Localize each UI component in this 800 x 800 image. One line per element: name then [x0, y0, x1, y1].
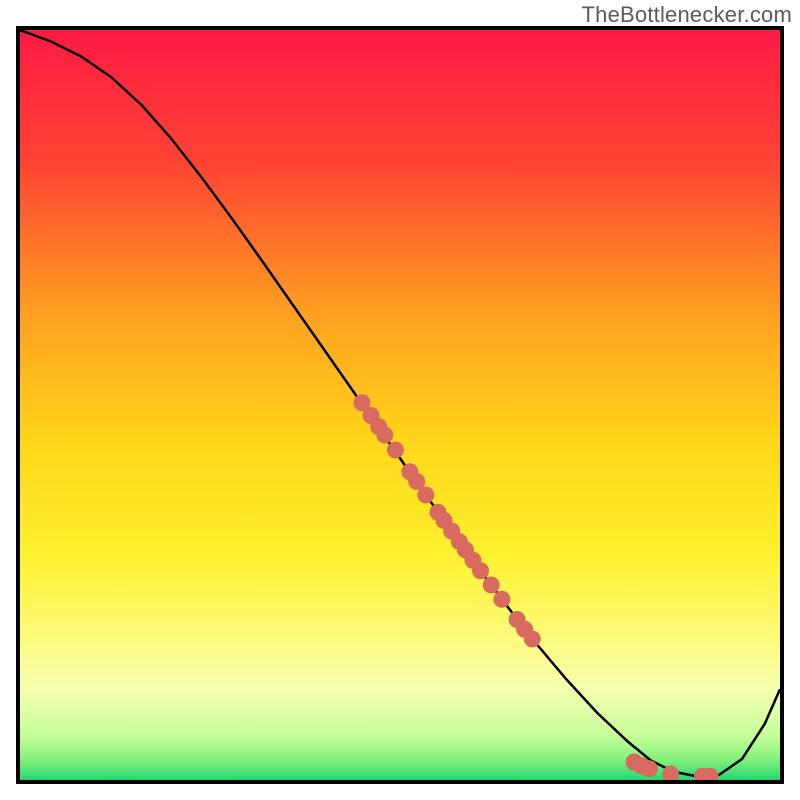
data-point — [641, 760, 658, 777]
watermark-text: TheBottlenecker.com — [582, 2, 792, 28]
data-point — [524, 631, 541, 648]
data-point — [493, 591, 510, 608]
data-point — [417, 487, 434, 504]
data-point — [472, 562, 489, 579]
data-point — [387, 442, 404, 459]
data-point — [483, 577, 500, 594]
data-point — [662, 766, 679, 781]
chart-container — [16, 26, 784, 784]
marked-points-layer — [20, 30, 780, 780]
data-point — [376, 427, 393, 444]
